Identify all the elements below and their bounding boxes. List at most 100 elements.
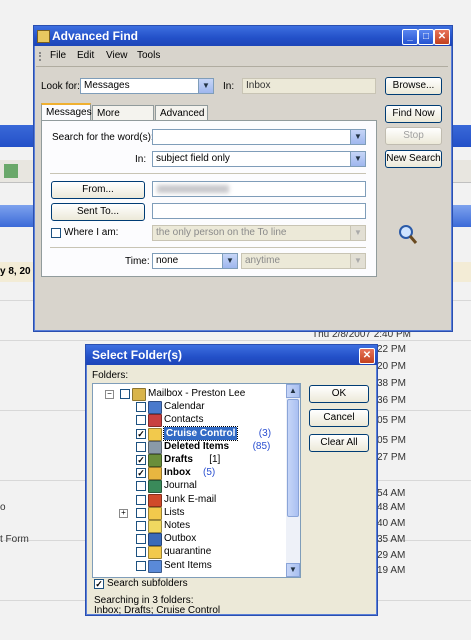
browse-button[interactable]: Browse... xyxy=(385,77,442,95)
timestamp: 27 PM xyxy=(377,452,406,463)
folder-count: [1] xyxy=(209,454,221,465)
collapse-icon[interactable]: − xyxy=(105,390,114,399)
window-title: Advanced Find xyxy=(52,29,139,43)
clear-all-button[interactable]: Clear All xyxy=(309,434,369,452)
timestamp: 19 AM xyxy=(377,565,406,576)
where-i-am-dropdown: the only person on the To line ▼ xyxy=(152,225,366,241)
advanced-find-icon xyxy=(37,30,50,43)
folders-label: Folders: xyxy=(92,370,129,381)
folder-checkbox[interactable]: ✓ xyxy=(136,468,146,479)
folder-checkbox[interactable]: ✓ xyxy=(136,455,146,465)
in-folder-field: Inbox xyxy=(242,78,376,94)
panel-divider xyxy=(50,247,366,248)
find-now-button[interactable]: Find Now xyxy=(385,105,442,123)
advanced-find-window: Advanced Find _ □ ✕ File Edit View Tools… xyxy=(33,25,453,332)
search-subfolders-checkbox[interactable]: ✓ xyxy=(94,579,104,589)
where-i-am-checkbox[interactable] xyxy=(51,228,61,238)
folder-name: Journal xyxy=(164,480,197,492)
folder-checkbox[interactable] xyxy=(136,560,146,571)
folder-name: Junk E-mail xyxy=(164,493,217,505)
panel-divider xyxy=(50,173,366,174)
search-words-input[interactable]: ▼ xyxy=(152,129,366,145)
toolbar-icon[interactable] xyxy=(4,164,18,178)
select-folders-titlebar[interactable]: Select Folder(s) ✕ xyxy=(86,345,377,365)
folder-count: (3) xyxy=(258,427,272,439)
folder-tree: − Mailbox - Preston Lee Calendar Contacts ✓ C… xyxy=(92,383,301,578)
scroll-thumb[interactable] xyxy=(287,399,299,517)
where-i-am-value: the only person on the To line xyxy=(156,227,287,238)
close-button[interactable]: ✕ xyxy=(434,29,450,45)
timestamp: 48 AM xyxy=(377,502,406,513)
search-subfolders-label: Search subfolders xyxy=(107,578,188,589)
sent-to-field[interactable] xyxy=(152,203,366,219)
folder-icon xyxy=(148,427,162,441)
folder-checkbox[interactable] xyxy=(136,415,146,426)
ok-button[interactable]: OK xyxy=(309,385,369,403)
folder-checkbox[interactable] xyxy=(136,441,146,452)
timestamp: 29 AM xyxy=(377,550,406,561)
menu-edit[interactable]: Edit xyxy=(77,48,94,64)
folder-checkbox[interactable] xyxy=(136,481,146,492)
folder-checkbox[interactable] xyxy=(136,534,146,545)
menu-separator xyxy=(36,66,448,67)
menu-view[interactable]: View xyxy=(106,48,128,64)
side-fragment: t Form xyxy=(0,534,29,545)
folder-checkbox[interactable] xyxy=(136,521,146,531)
side-fragment: o xyxy=(0,502,6,513)
folder-checkbox[interactable] xyxy=(136,402,146,413)
status-line-2: Inbox; Drafts; Cruise Control xyxy=(94,605,221,616)
folder-tree-scrollbar[interactable]: ▲ ▼ xyxy=(286,384,300,577)
folder-checkbox[interactable] xyxy=(120,389,130,399)
date-fragment: y 8, 20 xyxy=(0,266,31,277)
folder-checkbox[interactable]: ✓ xyxy=(136,428,146,439)
where-i-am-label: Where I am: xyxy=(64,227,119,238)
tab-messages[interactable]: Messages xyxy=(41,103,92,120)
cancel-button[interactable]: Cancel xyxy=(309,409,369,427)
menu-file[interactable]: File xyxy=(50,48,66,64)
in-field-dropdown[interactable]: subject field only ▼ xyxy=(152,151,366,167)
close-button[interactable]: ✕ xyxy=(359,348,375,364)
menu-tools[interactable]: Tools xyxy=(137,48,160,64)
outbox-icon xyxy=(148,533,162,547)
scroll-up-button[interactable]: ▲ xyxy=(286,384,300,398)
inbox-icon xyxy=(148,467,162,481)
scroll-down-button[interactable]: ▼ xyxy=(286,563,300,577)
folder-name: Inbox xyxy=(164,467,191,479)
from-field[interactable] xyxy=(152,181,366,197)
timestamp: 40 AM xyxy=(377,518,406,529)
time-dropdown[interactable]: none ▼ xyxy=(152,253,238,269)
sent-to-button[interactable]: Sent To... xyxy=(51,203,145,221)
chevron-down-icon: ▼ xyxy=(350,130,365,144)
tab-more-choices[interactable]: More Choices xyxy=(92,105,154,134)
minimize-button[interactable]: _ xyxy=(402,29,418,45)
tab-advanced[interactable]: Advanced xyxy=(155,105,208,120)
time-range-value: anytime xyxy=(245,255,281,266)
in-folder-value: Inbox xyxy=(246,80,271,91)
folder-name: quarantine xyxy=(164,546,212,558)
in-field-value: subject field only xyxy=(156,153,230,164)
folder-name: Notes xyxy=(164,520,191,531)
folder-checkbox[interactable] xyxy=(136,494,146,505)
folder-name: Sent Items xyxy=(164,559,212,571)
folder-checkbox[interactable] xyxy=(136,507,146,518)
expand-icon[interactable]: + xyxy=(119,508,128,518)
timestamp: 22 PM xyxy=(377,344,406,355)
tab-panel: Search for the word(s): ▼ In: subject fi… xyxy=(41,120,377,277)
advanced-find-titlebar[interactable]: Advanced Find _ □ ✕ xyxy=(34,26,452,46)
in-label: In: xyxy=(223,81,235,92)
timestamp: 05 PM xyxy=(377,415,406,426)
look-for-label: Look for: xyxy=(41,81,80,92)
look-for-dropdown[interactable]: Messages ▼ xyxy=(80,78,214,94)
timestamp: 35 AM xyxy=(377,534,406,545)
maximize-button[interactable]: □ xyxy=(418,29,434,45)
folder-name: Cruise Control xyxy=(162,425,239,441)
folder-name: Lists xyxy=(164,506,185,518)
folder-icon xyxy=(148,506,162,520)
folder-checkbox[interactable] xyxy=(136,547,146,558)
from-button[interactable]: From... xyxy=(51,181,145,199)
new-search-button[interactable]: New Search xyxy=(385,150,442,168)
stop-button: Stop xyxy=(385,127,442,145)
chevron-down-icon: ▼ xyxy=(350,152,365,166)
chevron-down-icon: ▼ xyxy=(198,79,213,93)
journal-icon xyxy=(148,480,162,494)
